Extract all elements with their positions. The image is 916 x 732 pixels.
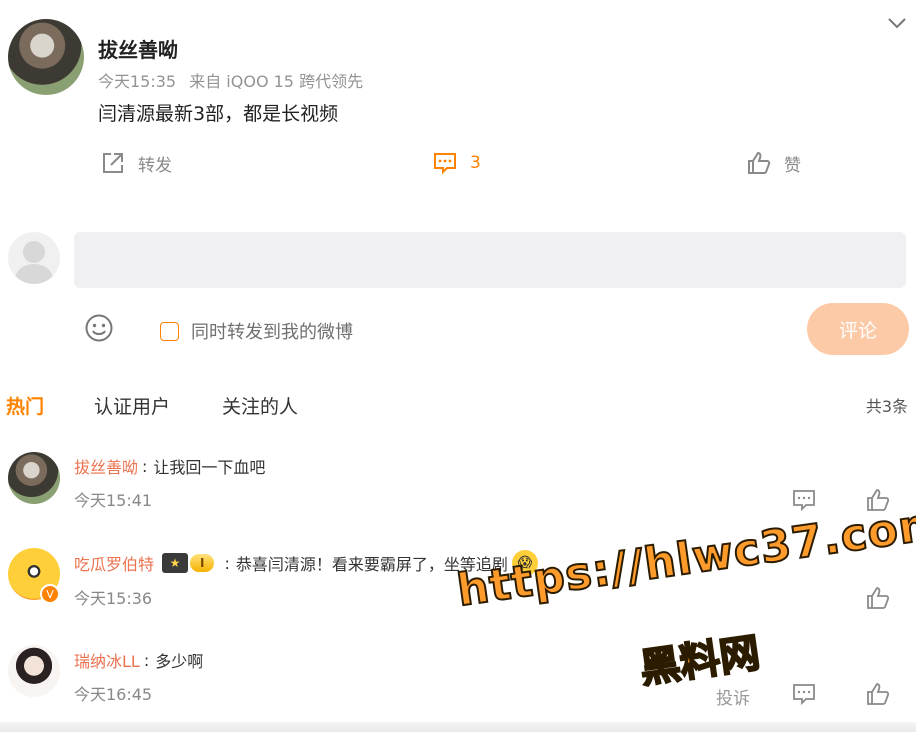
post-source[interactable]: 来自 iQOO 15 跨代领先 [189, 72, 363, 91]
thumbs-up-icon[interactable] [866, 586, 890, 610]
emoji-icon[interactable] [84, 313, 114, 343]
comment-body: 拔丝善呦 : 让我回一下血吧 [74, 454, 265, 478]
member-level: I [190, 554, 215, 572]
default-avatar-icon [14, 241, 54, 284]
avatar[interactable] [8, 645, 60, 697]
repost-label: 同时转发到我的微博 [191, 322, 353, 343]
comment-colon: : [143, 650, 150, 670]
thumbs-up-icon[interactable] [866, 682, 890, 706]
reply-icon[interactable] [792, 682, 816, 706]
tab-hot[interactable]: 热门 [6, 392, 44, 419]
member-badge[interactable]: ★ I [162, 553, 215, 573]
avatar[interactable] [8, 452, 60, 504]
watermark-url: https://hlwc37.com [453, 497, 916, 618]
forward-label: 转发 [138, 155, 172, 176]
like-label: 赞 [784, 155, 801, 176]
comment-total: 共3条 [865, 397, 908, 416]
thumbs-up-icon [748, 151, 771, 174]
submit-comment-button[interactable]: 评论 [807, 303, 909, 355]
forward-icon [103, 153, 123, 173]
comment-time: 今天16:45 [74, 685, 153, 704]
forward-button[interactable]: 转发 [100, 150, 172, 176]
comment-count: 3 [470, 153, 481, 173]
current-user-avatar [8, 232, 60, 284]
chevron-down-icon[interactable] [886, 12, 908, 34]
comment-username[interactable]: 吃瓜罗伯特 [74, 551, 154, 575]
post-time: 今天15:35 [98, 72, 177, 91]
tab-following[interactable]: 关注的人 [222, 392, 298, 419]
author-avatar[interactable] [8, 19, 84, 95]
comment-time: 今天15:41 [74, 491, 153, 510]
comment-body: 瑞纳冰LL : 多少啊 [74, 648, 203, 672]
post-text: 闫清源最新3部，都是长视频 [98, 103, 339, 125]
comment-input[interactable] [74, 232, 906, 288]
star-icon: ★ [162, 553, 189, 573]
comment-button[interactable]: 3 [432, 150, 481, 176]
comment-username[interactable]: 拔丝善呦 [74, 454, 138, 478]
comment-username[interactable]: 瑞纳冰LL [74, 648, 140, 672]
comment-icon [434, 153, 456, 175]
repost-checkbox[interactable]: 同时转发到我的微博 [160, 318, 353, 344]
comment-colon: : [142, 456, 148, 476]
report-link[interactable]: 投诉 [716, 684, 750, 709]
checkbox-box[interactable] [160, 321, 179, 341]
bottom-divider [0, 722, 916, 732]
post-meta: 今天15:35 来自 iQOO 15 跨代领先 [98, 68, 371, 92]
comment-time: 今天15:36 [74, 589, 153, 608]
like-button[interactable]: 赞 [746, 150, 801, 176]
comment-text: 让我回一下血吧 [153, 458, 266, 477]
comment-colon: : [224, 553, 230, 573]
verified-badge-icon: V [40, 584, 60, 604]
comment-text: 多少啊 [155, 652, 204, 671]
tab-verified-users[interactable]: 认证用户 [94, 392, 170, 419]
reply-icon[interactable] [792, 488, 816, 512]
author-name[interactable]: 拔丝善呦 [98, 34, 178, 63]
